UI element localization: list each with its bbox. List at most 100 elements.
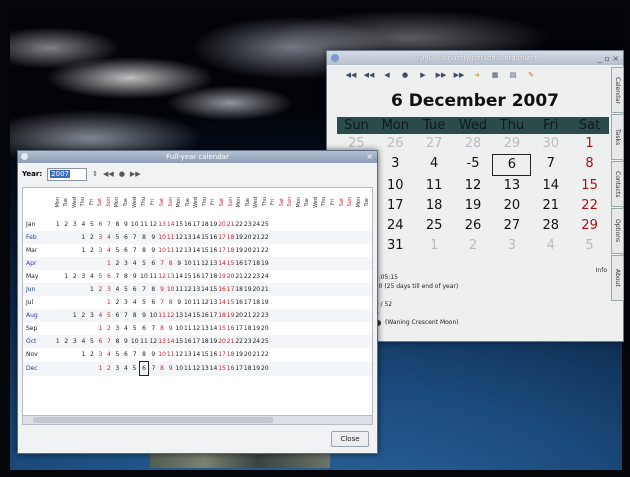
year-day-cell[interactable] bbox=[346, 244, 355, 257]
year-day-cell[interactable] bbox=[269, 270, 278, 283]
day-cell[interactable]: 19 bbox=[454, 196, 493, 216]
day-cell[interactable]: 2 bbox=[454, 236, 493, 256]
year-day-cell[interactable]: 11 bbox=[157, 309, 167, 322]
year-day-cell[interactable]: 6 bbox=[121, 231, 131, 244]
year-day-cell[interactable]: 4 bbox=[104, 231, 114, 244]
year-day-cell[interactable] bbox=[286, 348, 295, 362]
year-day-cell[interactable] bbox=[62, 309, 71, 322]
year-day-cell[interactable]: 8 bbox=[130, 309, 140, 322]
year-day-cell[interactable]: 7 bbox=[149, 322, 158, 335]
year-day-cell[interactable] bbox=[320, 283, 329, 296]
year-day-cell[interactable] bbox=[329, 218, 338, 231]
jump-icon[interactable]: ➜ bbox=[471, 69, 483, 81]
year-day-cell[interactable] bbox=[362, 361, 372, 376]
year-day-cell[interactable] bbox=[320, 309, 329, 322]
year-day-cell[interactable]: 15 bbox=[192, 309, 201, 322]
year-day-cell[interactable]: 9 bbox=[130, 270, 139, 283]
year-day-cell[interactable]: 5 bbox=[113, 231, 122, 244]
year-day-cell[interactable]: 4 bbox=[105, 244, 114, 257]
year-day-cell[interactable]: 11 bbox=[166, 231, 175, 244]
year-day-cell[interactable]: 13 bbox=[166, 270, 175, 283]
year-day-cell[interactable] bbox=[312, 218, 321, 231]
year-day-cell[interactable]: 3 bbox=[104, 283, 114, 296]
day-cell[interactable]: 29 bbox=[570, 216, 609, 236]
year-day-cell[interactable]: 8 bbox=[139, 231, 149, 244]
year-day-cell[interactable]: 7 bbox=[139, 283, 149, 296]
year-day-cell[interactable] bbox=[79, 257, 88, 270]
year-day-cell[interactable]: 17 bbox=[234, 361, 244, 376]
year-day-cell[interactable]: 10 bbox=[175, 322, 184, 335]
year-day-cell[interactable]: 3 bbox=[96, 348, 105, 362]
year-day-cell[interactable]: 4 bbox=[130, 257, 140, 270]
next-month-icon[interactable]: ▶▶ bbox=[435, 69, 447, 81]
year-day-cell[interactable]: 17 bbox=[217, 231, 227, 244]
year-day-cell[interactable]: 14 bbox=[166, 335, 175, 348]
year-day-cell[interactable]: 3 bbox=[113, 322, 122, 335]
year-day-cell[interactable] bbox=[71, 348, 80, 362]
year-day-cell[interactable] bbox=[354, 361, 363, 376]
year-day-cell[interactable] bbox=[354, 257, 363, 270]
current-year-icon[interactable]: ● bbox=[119, 170, 125, 178]
year-day-cell[interactable]: 17 bbox=[192, 335, 201, 348]
prev-month-icon[interactable]: ◀◀ bbox=[363, 69, 375, 81]
year-day-cell[interactable]: 4 bbox=[130, 296, 139, 309]
year-day-cell[interactable]: 17 bbox=[226, 283, 235, 296]
year-day-cell[interactable]: 12 bbox=[149, 218, 158, 231]
year-day-cell[interactable] bbox=[53, 257, 63, 270]
year-day-cell[interactable]: 23 bbox=[260, 309, 270, 322]
year-day-cell[interactable] bbox=[269, 283, 278, 296]
year-day-cell[interactable]: 13 bbox=[157, 335, 167, 348]
year-day-cell[interactable]: 22 bbox=[261, 244, 270, 257]
year-day-cell[interactable]: 2 bbox=[71, 270, 80, 283]
day-cell[interactable]: 6 bbox=[492, 154, 532, 176]
day-cell[interactable]: 20 bbox=[492, 196, 531, 216]
year-day-cell[interactable]: 18 bbox=[226, 244, 235, 257]
year-day-cell[interactable] bbox=[312, 296, 321, 309]
year-day-cell[interactable]: 6 bbox=[105, 270, 114, 283]
year-day-cell[interactable]: 14 bbox=[217, 257, 227, 270]
year-day-cell[interactable]: 13 bbox=[174, 309, 184, 322]
year-day-cell[interactable] bbox=[269, 361, 278, 376]
year-day-cell[interactable]: 12 bbox=[175, 244, 184, 257]
year-day-cell[interactable]: 18 bbox=[201, 218, 210, 231]
year-day-cell[interactable]: 15 bbox=[174, 335, 184, 348]
year-day-cell[interactable]: 2 bbox=[113, 257, 122, 270]
year-day-cell[interactable] bbox=[269, 218, 278, 231]
year-day-cell[interactable] bbox=[54, 348, 63, 362]
year-day-cell[interactable] bbox=[54, 296, 63, 309]
year-day-cell[interactable]: 23 bbox=[243, 335, 252, 348]
year-day-cell[interactable] bbox=[312, 348, 321, 362]
year-day-cell[interactable] bbox=[70, 257, 80, 270]
year-day-cell[interactable]: 15 bbox=[217, 361, 227, 376]
day-cell[interactable]: 4 bbox=[415, 154, 454, 174]
year-day-cell[interactable]: 9 bbox=[157, 283, 167, 296]
year-day-cell[interactable] bbox=[362, 309, 372, 322]
year-day-cell[interactable]: 3 bbox=[121, 257, 131, 270]
year-day-cell[interactable]: 4 bbox=[88, 270, 97, 283]
year-day-cell[interactable]: 15 bbox=[226, 296, 235, 309]
year-day-cell[interactable]: 22 bbox=[235, 218, 244, 231]
year-day-cell[interactable] bbox=[345, 361, 355, 376]
year-day-cell[interactable]: 12 bbox=[201, 296, 210, 309]
year-day-cell[interactable] bbox=[320, 257, 329, 270]
year-day-cell[interactable] bbox=[88, 296, 97, 309]
year-day-cell[interactable] bbox=[354, 231, 363, 244]
year-day-cell[interactable]: 2 bbox=[79, 309, 88, 322]
year-day-cell[interactable]: 1 bbox=[62, 270, 71, 283]
day-cell[interactable]: 4 bbox=[531, 236, 570, 256]
year-day-cell[interactable] bbox=[345, 231, 355, 244]
year-day-cell[interactable]: 18 bbox=[217, 309, 227, 322]
year-day-cell[interactable]: 2 bbox=[105, 322, 114, 335]
year-day-cell[interactable] bbox=[294, 257, 304, 270]
year-day-cell[interactable] bbox=[303, 244, 312, 257]
year-day-cell[interactable] bbox=[328, 361, 338, 376]
year-day-cell[interactable] bbox=[354, 348, 363, 362]
year-day-cell[interactable] bbox=[345, 257, 355, 270]
day-cell[interactable]: 17 bbox=[376, 196, 415, 216]
year-day-cell[interactable] bbox=[303, 322, 312, 335]
year-day-cell[interactable]: 11 bbox=[139, 218, 149, 231]
year-day-cell[interactable]: 13 bbox=[209, 296, 218, 309]
year-day-cell[interactable] bbox=[329, 322, 338, 335]
year-day-cell[interactable] bbox=[53, 309, 63, 322]
year-day-cell[interactable] bbox=[328, 335, 338, 348]
